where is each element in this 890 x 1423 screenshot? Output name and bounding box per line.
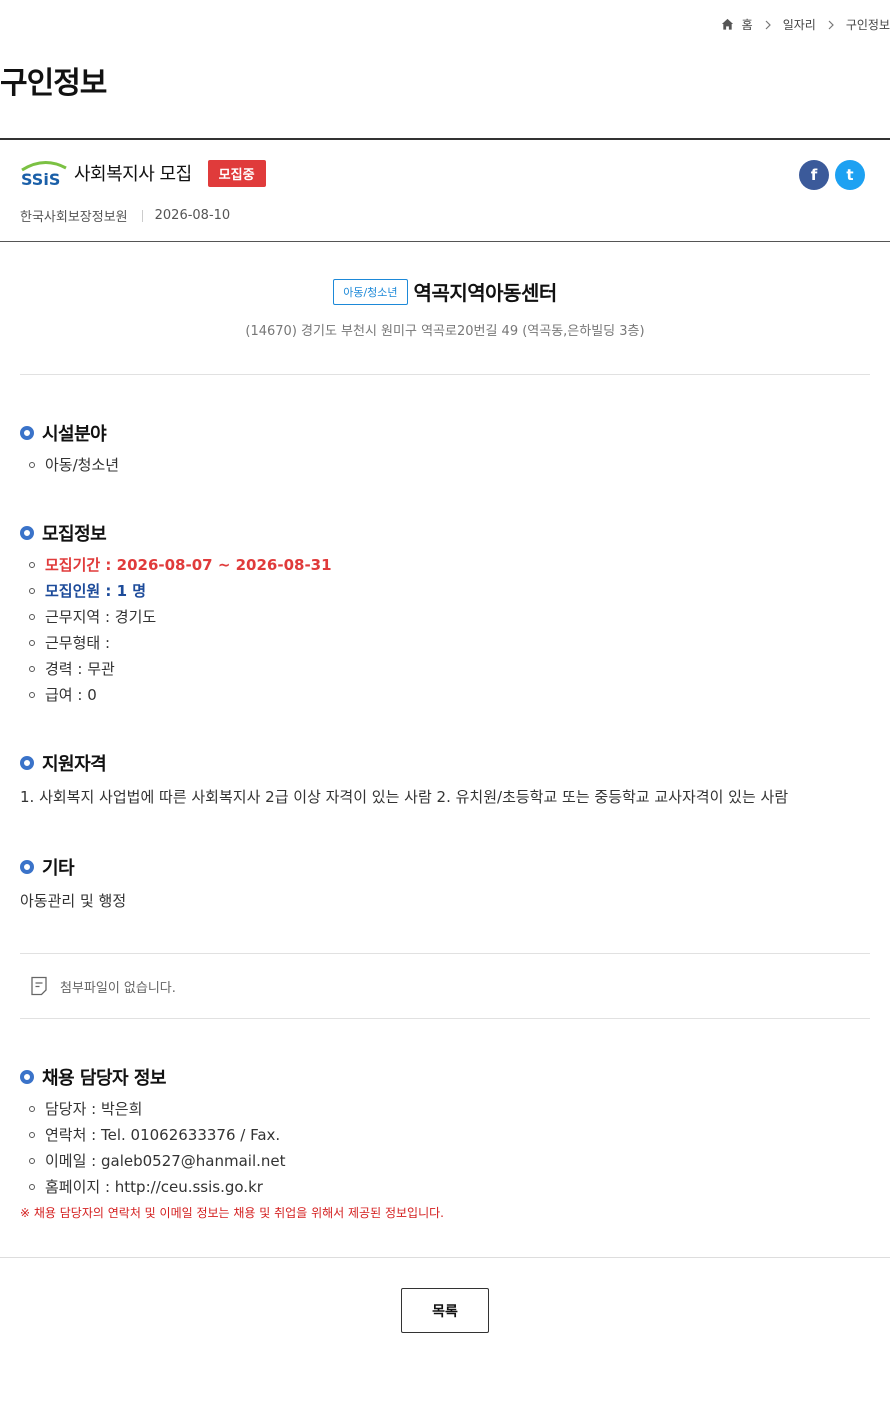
- list-button[interactable]: 목록: [401, 1288, 489, 1333]
- list-item-text: 아동/청소년: [45, 456, 120, 474]
- section-qualification: 지원자격 1. 사회복지 사업법에 따른 사회복지사 2급 이상 자격이 있는 …: [20, 750, 880, 807]
- section-dot-icon: [20, 860, 34, 874]
- etc-text: 아동관리 및 행정: [20, 892, 127, 910]
- attachment-info: 첨부파일이 없습니다.: [30, 976, 176, 996]
- list-item-text: 담당자 : 박은희: [45, 1100, 143, 1118]
- list-item-text: 연락처 : Tel. 01062633376 / Fax.: [45, 1126, 281, 1144]
- section-title: 채용 담당자 정보: [20, 1064, 880, 1090]
- section-dot-icon: [20, 426, 34, 440]
- divider: [0, 1257, 890, 1258]
- facility-address: (14670) 경기도 부천시 원미구 역곡로20번길 49 (역곡동,은하빌딩…: [245, 324, 645, 339]
- divider: [0, 241, 890, 242]
- page-title: 구인정보: [0, 66, 107, 101]
- list-item-text: 급여 : 0: [45, 686, 97, 704]
- bullet-icon: [29, 1106, 35, 1112]
- recruit-region: 근무지역 : 경기도: [20, 604, 880, 630]
- recruit-headcount: 모집인원 : 1 명: [20, 578, 880, 604]
- list-item: 아동/청소년: [20, 452, 880, 478]
- job-title: 사회복지사 모집: [74, 164, 192, 185]
- job-meta: 한국사회보장정보원 2026-08-10: [20, 206, 230, 225]
- breadcrumb-jobs[interactable]: 일자리: [783, 16, 816, 33]
- homepage-link[interactable]: 홈페이지 : http://ceu.ssis.go.kr: [45, 1174, 263, 1200]
- meta-divider: [141, 209, 143, 222]
- section-title-text: 채용 담당자 정보: [42, 1068, 166, 1089]
- contact-manager: 담당자 : 박은희: [20, 1096, 880, 1122]
- list-item-text: 근무지역 : 경기도: [45, 608, 157, 626]
- document-icon: [31, 976, 47, 996]
- twitter-icon[interactable]: t: [835, 160, 865, 190]
- chevron-right-icon: [828, 20, 834, 29]
- list-item-text: 근무형태 :: [45, 634, 111, 652]
- bullet-icon: [29, 462, 35, 468]
- section-field: 시설분야 아동/청소년: [20, 420, 880, 478]
- logo-text: SSiS: [21, 170, 60, 188]
- divider: [20, 1018, 870, 1019]
- attachment-text: 첨부파일이 없습니다.: [60, 980, 176, 996]
- section-title: 기타: [20, 854, 880, 880]
- section-contact: 채용 담당자 정보 담당자 : 박은희 연락처 : Tel. 010626333…: [20, 1064, 880, 1221]
- contact-homepage: 홈페이지 : http://ceu.ssis.go.kr: [20, 1174, 880, 1200]
- posted-date: 2026-08-10: [154, 208, 231, 223]
- organization: 한국사회보장정보원: [20, 210, 128, 225]
- bullet-icon: [29, 692, 35, 698]
- share-buttons: f t: [799, 160, 865, 190]
- bullet-icon: [29, 1184, 35, 1190]
- recruit-list: 모집기간 : 2026-08-07 ~ 2026-08-31 모집인원 : 1 …: [20, 552, 880, 708]
- home-icon[interactable]: [721, 18, 734, 31]
- bullet-icon: [29, 1132, 35, 1138]
- divider: [20, 374, 870, 375]
- breadcrumb-current[interactable]: 구인정보: [846, 16, 890, 33]
- bullet-icon: [29, 1158, 35, 1164]
- category-tag: 아동/청소년: [333, 278, 408, 305]
- contact-list: 담당자 : 박은희 연락처 : Tel. 01062633376 / Fax. …: [20, 1096, 880, 1200]
- job-header: SSiS 사회복지사 모집 모집중: [20, 158, 266, 188]
- section-title: 모집정보: [20, 520, 880, 546]
- recruit-career: 경력 : 무관: [20, 656, 880, 682]
- section-title-text: 기타: [42, 858, 75, 879]
- recruit-period: 모집기간 : 2026-08-07 ~ 2026-08-31: [20, 552, 880, 578]
- list-item-text: 경력 : 무관: [45, 660, 115, 678]
- qualification-text: 1. 사회복지 사업법에 따른 사회복지사 2급 이상 자격이 있는 사람 2.…: [20, 788, 789, 806]
- section-title: 지원자격: [20, 750, 880, 776]
- contact-email: 이메일 : galeb0527@hanmail.net: [20, 1148, 880, 1174]
- divider: [20, 953, 870, 954]
- section-title-text: 모집정보: [42, 524, 107, 545]
- breadcrumb-home[interactable]: 홈: [742, 16, 753, 33]
- chevron-right-icon: [765, 20, 771, 29]
- section-etc: 기타 아동관리 및 행정: [20, 854, 880, 911]
- breadcrumb: 홈 일자리 구인정보: [721, 16, 890, 33]
- section-recruit: 모집정보 모집기간 : 2026-08-07 ~ 2026-08-31 모집인원…: [20, 520, 880, 708]
- section-dot-icon: [20, 526, 34, 540]
- list-item-text: 이메일 : galeb0527@hanmail.net: [45, 1152, 286, 1170]
- ssis-logo: SSiS: [20, 158, 68, 188]
- list-item-text: 모집기간 : 2026-08-07 ~ 2026-08-31: [45, 556, 332, 574]
- field-list: 아동/청소년: [20, 452, 880, 478]
- section-title-text: 지원자격: [42, 754, 107, 775]
- section-dot-icon: [20, 1070, 34, 1084]
- bullet-icon: [29, 640, 35, 646]
- section-dot-icon: [20, 756, 34, 770]
- facility-name: 역곡지역아동센터: [413, 281, 558, 305]
- recruit-type: 근무형태 :: [20, 630, 880, 656]
- divider: [0, 138, 890, 140]
- contact-phone: 연락처 : Tel. 01062633376 / Fax.: [20, 1122, 880, 1148]
- bullet-icon: [29, 562, 35, 568]
- list-item-text: 모집인원 : 1 명: [45, 582, 147, 600]
- bullet-icon: [29, 588, 35, 594]
- status-badge: 모집중: [207, 159, 266, 187]
- facebook-icon[interactable]: f: [799, 160, 829, 190]
- section-title: 시설분야: [20, 420, 880, 446]
- bullet-icon: [29, 614, 35, 620]
- recruit-salary: 급여 : 0: [20, 682, 880, 708]
- ssis-logo-icon: SSiS: [21, 161, 67, 188]
- contact-notice: ※ 채용 담당자의 연락처 및 이메일 정보는 채용 및 취업을 위해서 제공된…: [20, 1206, 444, 1220]
- facility-info: 아동/청소년 역곡지역아동센터 (14670) 경기도 부천시 원미구 역곡로2…: [0, 277, 890, 339]
- section-title-text: 시설분야: [42, 424, 107, 445]
- bullet-icon: [29, 666, 35, 672]
